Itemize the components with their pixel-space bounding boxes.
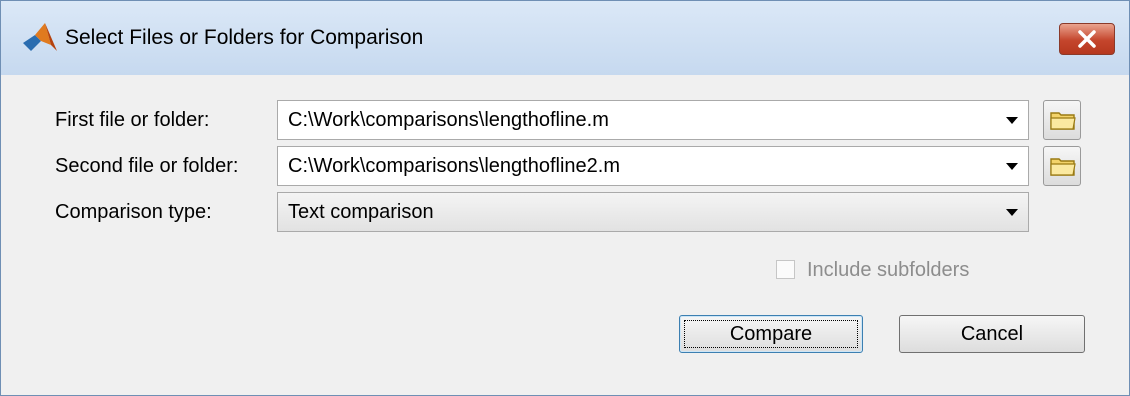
dialog-body: First file or folder: C:\Work\comparison…: [9, 75, 1121, 387]
first-file-label: First file or folder:: [55, 109, 210, 131]
chevron-down-icon[interactable]: [1006, 163, 1018, 170]
comparison-type-value: Text comparison: [288, 201, 434, 223]
cancel-button[interactable]: Cancel: [899, 315, 1085, 353]
close-icon: [1078, 30, 1096, 48]
matlab-logo-icon: [21, 21, 59, 55]
title-bar[interactable]: Select Files or Folders for Comparison: [1, 1, 1129, 75]
chevron-down-icon[interactable]: [1006, 209, 1018, 216]
close-button[interactable]: [1059, 23, 1115, 55]
first-browse-button[interactable]: [1043, 100, 1081, 140]
second-file-combobox[interactable]: C:\Work\comparisons\lengthofline2.m: [277, 146, 1029, 186]
cancel-button-label: Cancel: [960, 323, 1024, 345]
include-subfolders-label[interactable]: Include subfolders: [807, 259, 969, 282]
first-file-value: C:\Work\comparisons\lengthofline.m: [288, 109, 609, 131]
second-file-label: Second file or folder:: [55, 155, 239, 177]
first-file-combobox[interactable]: C:\Work\comparisons\lengthofline.m: [277, 100, 1029, 140]
second-browse-button[interactable]: [1043, 146, 1081, 186]
include-subfolders-checkbox[interactable]: [776, 260, 795, 279]
compare-button[interactable]: Compare: [679, 315, 863, 353]
window-title: Select Files or Folders for Comparison: [65, 26, 424, 49]
comparison-type-select[interactable]: Text comparison: [277, 192, 1029, 232]
folder-icon: [1050, 112, 1076, 130]
comparison-type-label: Comparison type:: [55, 201, 212, 223]
focus-indicator: [684, 320, 858, 348]
second-file-value: C:\Work\comparisons\lengthofline2.m: [288, 155, 620, 177]
folder-icon: [1050, 158, 1076, 176]
chevron-down-icon[interactable]: [1006, 117, 1018, 124]
dialog-window: Select Files or Folders for Comparison F…: [0, 0, 1130, 396]
